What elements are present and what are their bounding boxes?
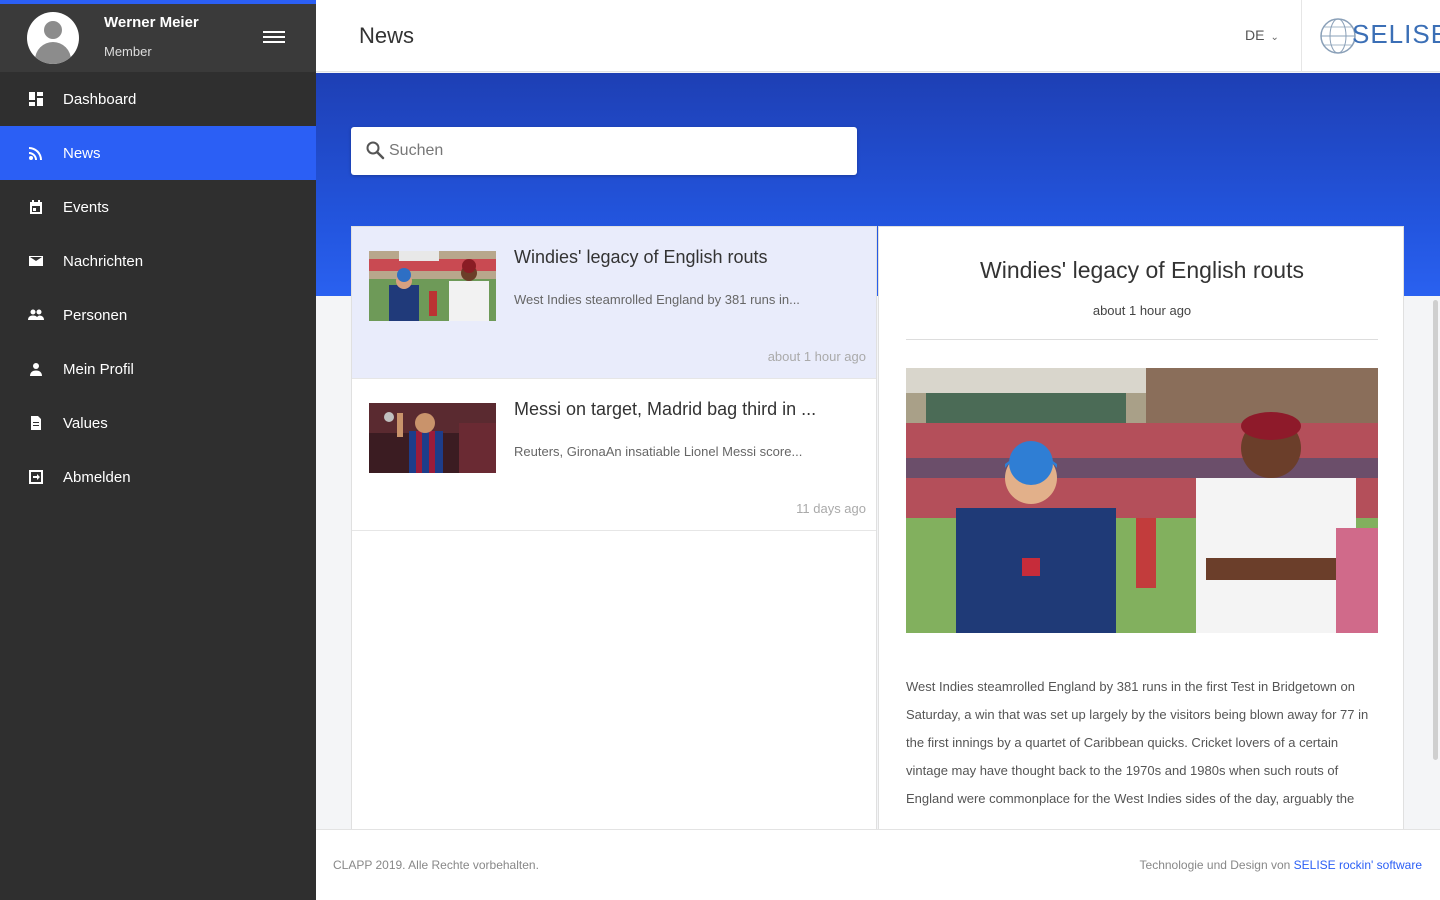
footer-credit-link[interactable]: SELISE rockin' software [1294, 858, 1422, 872]
mail-icon [28, 253, 44, 269]
detail-time: about 1 hour ago [1092, 303, 1192, 318]
calendar-icon [28, 199, 44, 215]
news-list: Windies' legacy of English routs West In… [351, 226, 877, 830]
logout-icon [28, 469, 44, 485]
header-divider [1301, 0, 1302, 72]
sidebar-item-nachrichten[interactable]: Nachrichten [0, 234, 316, 288]
selise-logo: SELISE [1318, 12, 1440, 60]
people-icon [28, 307, 44, 323]
sidebar-nav: Dashboard News Events Nachrichten Person… [0, 72, 316, 504]
page-scrollbar[interactable] [1433, 300, 1438, 760]
news-time: 11 days ago [796, 501, 866, 516]
news-title: Messi on target, Madrid bag third in ... [514, 399, 817, 419]
news-list-item[interactable]: Windies' legacy of English routs West In… [352, 227, 876, 379]
search-input[interactable] [389, 135, 839, 167]
user-profile: Werner Meier Member [0, 4, 316, 72]
sidebar-item-events[interactable]: Events [0, 180, 316, 234]
divider [906, 339, 1378, 340]
dashboard-icon [28, 91, 44, 107]
language-selector[interactable]: DE ⌄ [1245, 27, 1279, 43]
footer: CLAPP 2019. Alle Rechte vorbehalten. Tec… [316, 829, 1440, 900]
document-icon [28, 415, 44, 431]
user-name: Werner Meier [104, 14, 199, 31]
news-title: Windies' legacy of English routs [514, 247, 768, 267]
news-thumbnail [369, 251, 496, 321]
sidebar-item-news[interactable]: News [0, 126, 316, 180]
rss-icon [28, 145, 44, 161]
person-icon [28, 361, 44, 377]
detail-title: Windies' legacy of English routs [980, 257, 1304, 283]
hamburger-menu-icon[interactable] [262, 28, 286, 48]
news-time: about 1 hour ago [767, 349, 866, 364]
sidebar: Werner Meier Member Dashboard News Event… [0, 0, 316, 900]
footer-credit-prefix: Technologie und Design von [1139, 858, 1291, 872]
search-icon [366, 141, 385, 160]
page-title: News [359, 23, 415, 48]
detail-body: West Indies steamrolled England by 381 r… [906, 679, 1369, 806]
sidebar-item-abmelden[interactable]: Abmelden [0, 450, 316, 504]
news-excerpt: West Indies steamrolled England by 381 r… [514, 292, 800, 307]
news-excerpt: Reuters, GironaAn insatiable Lionel Mess… [514, 444, 803, 459]
logo-text: SELISE [1352, 19, 1440, 49]
sidebar-item-label: Mein Profil [63, 360, 134, 378]
news-thumbnail [369, 403, 496, 473]
sidebar-item-label: Values [63, 414, 108, 432]
sidebar-item-mein-profil[interactable]: Mein Profil [0, 342, 316, 396]
avatar[interactable] [27, 12, 79, 64]
sidebar-item-label: Events [63, 198, 109, 216]
sidebar-item-values[interactable]: Values [0, 396, 316, 450]
footer-copyright: CLAPP 2019. Alle Rechte vorbehalten. [333, 858, 539, 872]
sidebar-item-label: Dashboard [63, 90, 137, 108]
sidebar-item-label: Nachrichten [63, 252, 144, 270]
sidebar-item-personen[interactable]: Personen [0, 288, 316, 342]
sidebar-item-label: News [63, 144, 101, 162]
detail-image [906, 368, 1378, 633]
top-header: News DE ⌄ SELISE [316, 0, 1440, 72]
sidebar-item-dashboard[interactable]: Dashboard [0, 72, 316, 126]
sidebar-item-label: Abmelden [63, 468, 131, 486]
user-role: Member [104, 44, 152, 59]
sidebar-item-label: Personen [63, 306, 128, 324]
language-value: DE [1245, 27, 1265, 43]
chevron-down-icon: ⌄ [1270, 32, 1279, 43]
search-box [351, 127, 857, 175]
footer-credit: Technologie und Design von SELISE rockin… [1140, 858, 1422, 872]
news-detail: Windies' legacy of English routs about 1… [878, 226, 1404, 830]
news-list-item[interactable]: Messi on target, Madrid bag third in ...… [352, 379, 876, 531]
